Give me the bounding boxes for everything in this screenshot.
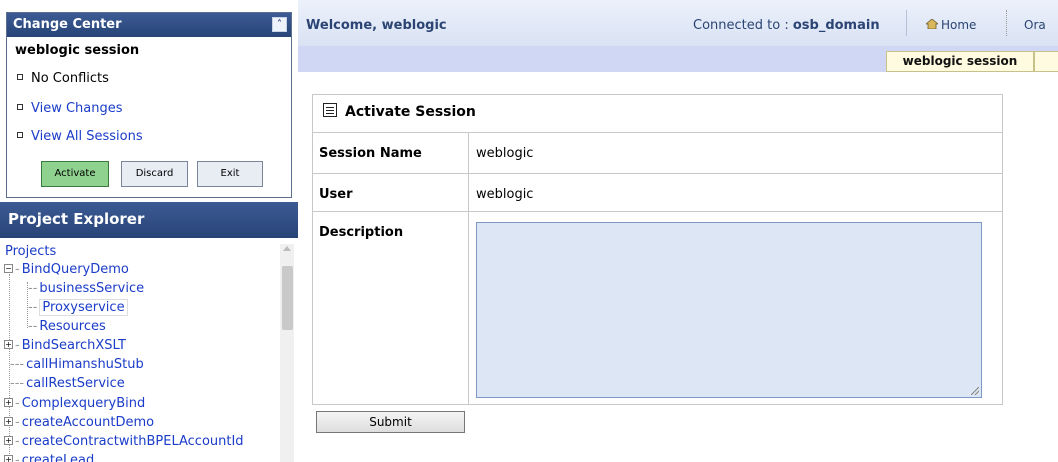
tree-item-label[interactable]: Proxyservice <box>39 299 128 316</box>
home-link[interactable]: Home <box>926 18 976 32</box>
description-row: Description <box>313 212 1002 405</box>
tree-root-projects[interactable]: Projects <box>5 244 56 262</box>
divider <box>906 10 907 36</box>
divider <box>1006 10 1007 36</box>
tree-item-selected[interactable]: -- Proxyservice <box>28 299 128 318</box>
tree-item[interactable]: -- businessService <box>28 281 144 299</box>
welcome-text: Welcome, weblogic <box>306 18 447 33</box>
tree-item-label[interactable]: BindQueryDemo <box>22 262 129 277</box>
tree-item-label[interactable]: callRestService <box>26 376 125 391</box>
tree-item-label[interactable]: ComplexqueryBind <box>22 396 146 411</box>
description-textarea[interactable] <box>476 222 982 398</box>
bullet-icon <box>17 73 23 80</box>
tree-item-label[interactable]: createAccountDemo <box>22 415 154 430</box>
tree-item-label[interactable]: Resources <box>39 319 105 334</box>
tree-item-label[interactable]: createContractwithBPELAccountId <box>22 434 244 449</box>
change-center-header: Change Center ˄ <box>7 13 291 37</box>
left-panel: Change Center ˄ weblogic session No Conf… <box>0 0 298 462</box>
collapse-node-icon[interactable]: − <box>4 264 13 273</box>
tree-item[interactable]: + - ComplexqueryBind <box>4 396 145 414</box>
form-title: Activate Session <box>313 95 1002 133</box>
session-name-row: Session Name weblogic <box>313 133 1002 174</box>
user-row: User weblogic <box>313 174 1002 212</box>
collapse-icon[interactable]: ˄ <box>272 17 287 32</box>
form-title-text: Activate Session <box>345 104 476 120</box>
tree-item-label[interactable]: businessService <box>39 281 144 296</box>
tree-item-label[interactable]: createLead <box>22 453 95 462</box>
change-center-panel: Change Center ˄ weblogic session No Conf… <box>6 12 292 198</box>
resize-grip-icon[interactable] <box>971 387 979 395</box>
connected-label: Connected to : <box>693 18 789 33</box>
tree-item[interactable]: -- Resources <box>28 319 106 337</box>
user-label: User <box>319 187 353 202</box>
tree-item[interactable]: --- callHimanshuStub <box>10 357 144 375</box>
discard-button[interactable]: Discard <box>121 161 188 187</box>
tree-item[interactable]: − - BindQueryDemo <box>4 262 129 280</box>
user-value: weblogic <box>476 187 534 202</box>
home-icon <box>926 19 938 29</box>
bullet-icon <box>17 131 23 138</box>
submit-button[interactable]: Submit <box>316 411 465 433</box>
divider <box>468 174 469 211</box>
expand-node-icon[interactable]: + <box>4 436 13 445</box>
scrollbar-thumb[interactable] <box>282 266 293 330</box>
tree-item-label[interactable]: callHimanshuStub <box>26 357 144 372</box>
tree-item[interactable]: + - BindSearchXSLT <box>4 338 126 356</box>
expand-node-icon[interactable]: + <box>4 417 13 426</box>
view-all-sessions-link[interactable]: View All Sessions <box>31 129 143 144</box>
view-all-sessions-item[interactable]: View All Sessions <box>17 129 143 144</box>
oracle-link[interactable]: Ora <box>1024 18 1046 32</box>
view-changes-item[interactable]: View Changes <box>17 101 123 116</box>
expand-node-icon[interactable]: + <box>4 455 13 462</box>
bullet-icon <box>17 103 23 110</box>
view-changes-link[interactable]: View Changes <box>31 101 123 116</box>
tree-item[interactable]: + - createLead <box>4 453 94 462</box>
tree-item[interactable]: + - createAccountDemo <box>4 415 154 433</box>
project-explorer-header: Project Explorer <box>0 202 298 238</box>
change-center-title: Change Center <box>13 17 122 32</box>
session-name-value: weblogic <box>476 146 534 161</box>
domain-name: osb_domain <box>792 18 880 33</box>
no-conflicts-item: No Conflicts <box>17 71 109 86</box>
session-name-label: Session Name <box>319 146 422 161</box>
connection-status: Connected to : osb_domain <box>693 18 880 33</box>
top-bar: Welcome, weblogic Connected to : osb_dom… <box>298 0 1058 46</box>
session-bar: weblogic session <box>298 46 1058 72</box>
tree-item[interactable]: + - createContractwithBPELAccountId <box>4 434 244 452</box>
divider <box>468 133 469 173</box>
expand-node-icon[interactable]: + <box>4 398 13 407</box>
divider <box>468 212 469 405</box>
activate-session-form: Activate Session Session Name weblogic U… <box>312 94 1003 405</box>
tree-item-label[interactable]: BindSearchXSLT <box>22 338 126 353</box>
list-icon <box>323 103 337 117</box>
expand-node-icon[interactable]: + <box>4 340 13 349</box>
session-tab[interactable]: weblogic session <box>886 51 1034 72</box>
exit-button[interactable]: Exit <box>197 161 263 187</box>
no-conflicts-label: No Conflicts <box>31 71 109 86</box>
tree-root-label[interactable]: Projects <box>5 244 56 259</box>
project-explorer-tree: Projects − - BindQueryDemo -- businessServi… <box>0 238 298 462</box>
current-session-name: weblogic session <box>15 43 140 58</box>
change-center-buttons: Activate Discard Exit <box>41 161 265 187</box>
tree-scrollbar[interactable] <box>280 244 294 462</box>
description-label: Description <box>319 225 404 240</box>
home-label[interactable]: Home <box>941 18 976 32</box>
session-tab-extra <box>1034 51 1058 72</box>
tree-item[interactable]: --- callRestService <box>10 376 125 394</box>
activate-button[interactable]: Activate <box>41 161 109 187</box>
scroll-up-icon[interactable] <box>283 246 291 251</box>
